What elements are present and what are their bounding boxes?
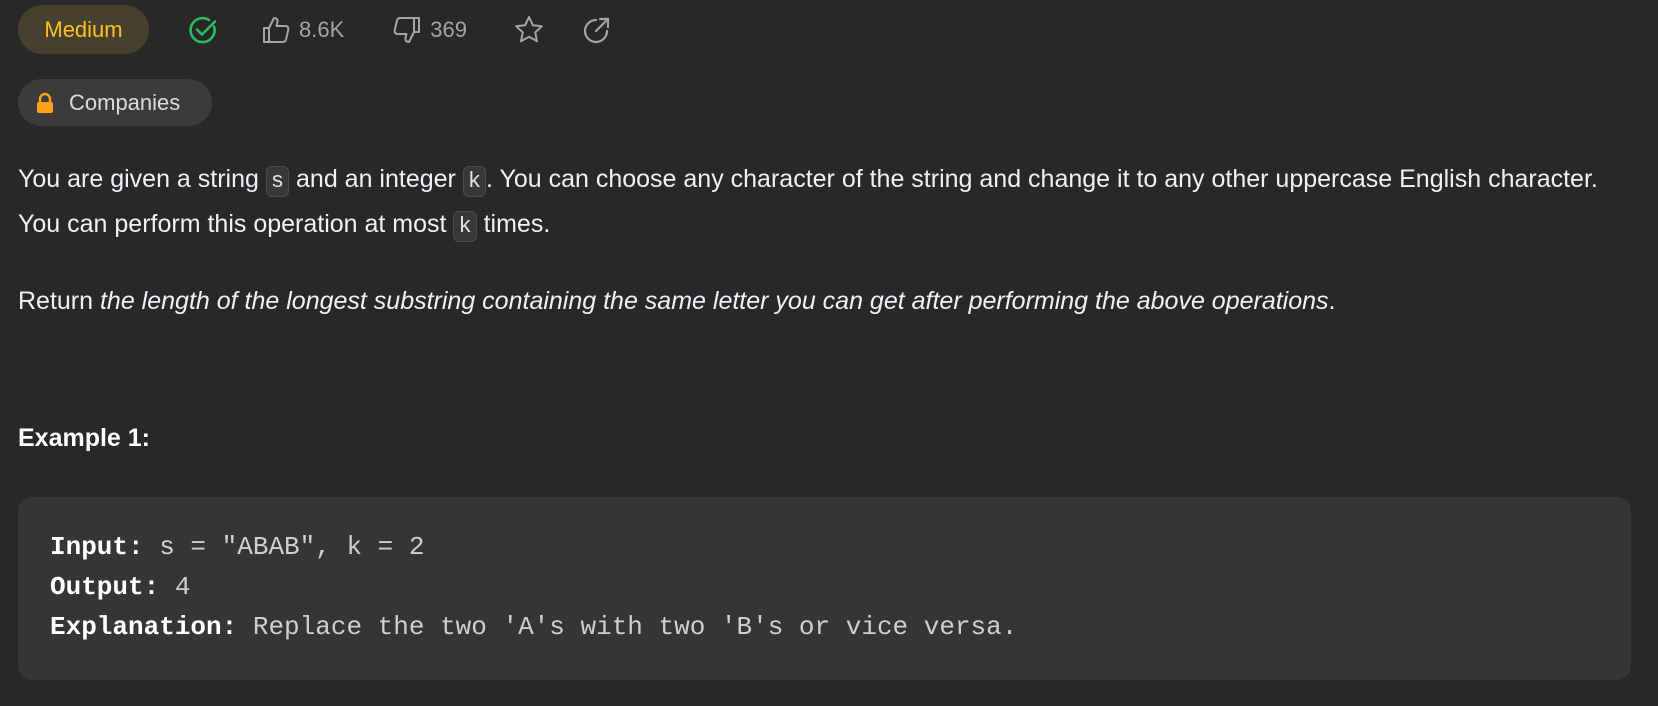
solved-status-button[interactable] <box>187 14 219 46</box>
example-code-block: Input: s = "ABAB", k = 2 Output: 4 Expla… <box>18 497 1631 680</box>
input-label: Input: <box>50 532 144 562</box>
star-icon <box>515 15 543 42</box>
difficulty-badge: Medium <box>18 5 149 54</box>
thumbs-up-icon <box>263 16 290 43</box>
description-paragraph-1: You are given a string s and an integer … <box>18 158 1643 248</box>
problem-description: You are given a string s and an integer … <box>18 158 1643 322</box>
like-button[interactable]: 8.6K <box>261 15 344 45</box>
problem-toolbar: Medium 8.6K 369 <box>18 5 613 54</box>
inline-code-s: s <box>265 166 290 197</box>
example-content: Input: s = "ABAB", k = 2 Output: 4 Expla… <box>50 527 1599 647</box>
output-label: Output: <box>50 572 160 602</box>
inline-code-k: k <box>453 211 477 242</box>
thumbs-down-icon <box>393 16 421 43</box>
output-value: 4 <box>159 572 191 602</box>
return-emphasis: the length of the longest substring cont… <box>99 287 1329 315</box>
share-icon <box>583 17 610 43</box>
inline-code-k: k <box>462 166 487 197</box>
input-value: s = "ABAB", k = 2 <box>143 532 425 562</box>
like-count: 8.6K <box>299 16 345 42</box>
example-title: Example 1: <box>18 424 151 452</box>
share-button[interactable] <box>581 14 613 46</box>
dislike-count: 369 <box>430 16 467 42</box>
dislike-button[interactable]: 369 <box>392 15 467 45</box>
explanation-label: Explanation: <box>50 612 238 642</box>
favorite-button[interactable] <box>513 14 545 46</box>
lock-icon <box>37 92 53 113</box>
companies-button[interactable]: Companies <box>18 79 212 126</box>
companies-label: Companies <box>69 89 181 115</box>
explanation-value: Replace the two 'A's with two 'B's or vi… <box>237 612 1018 642</box>
description-paragraph-2: Return the length of the longest substri… <box>18 287 1336 315</box>
check-circle-icon <box>189 16 217 43</box>
